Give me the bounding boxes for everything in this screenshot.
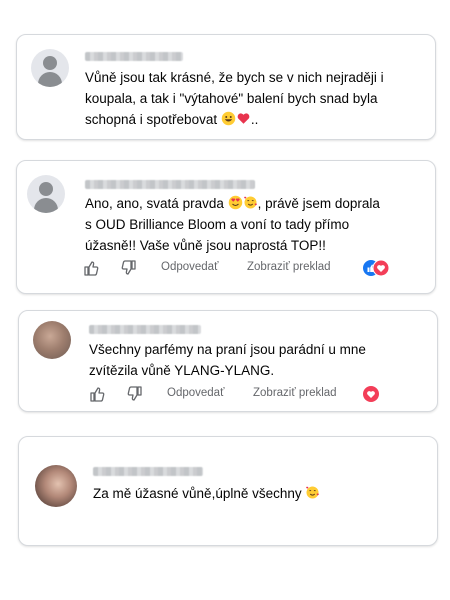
love-reaction-icon[interactable]: [373, 260, 389, 276]
grinning-emoji: [221, 111, 236, 126]
comment-text: Všechny parfémy na praní jsou parádní u …: [89, 342, 366, 378]
hearts-emoji: [237, 113, 250, 124]
author-name-blurred[interactable]: [93, 467, 203, 476]
thumbs-up-icon[interactable]: [83, 260, 99, 276]
thumbs-down-icon[interactable]: [121, 260, 137, 276]
reply-link[interactable]: Odpovedať: [167, 387, 224, 399]
thumbs-down-icon[interactable]: [127, 386, 143, 402]
heart-eyes-emoji: [228, 195, 242, 210]
comment-actions: Odpovedať Zobraziť preklad: [89, 386, 429, 404]
comment-card-3: Všechny parfémy na praní jsou parádní u …: [18, 310, 438, 412]
avatar[interactable]: [27, 175, 65, 213]
author-name-blurred[interactable]: [89, 325, 201, 334]
author-name-blurred[interactable]: [85, 52, 183, 61]
comment-actions: Odpovedať Zobraziť preklad: [83, 260, 423, 278]
smiling-hearts-emoji: [243, 196, 257, 209]
comment-card-4: Za mě úžasné vůně,úplně všechny: [18, 436, 438, 546]
author-name-blurred[interactable]: [85, 180, 255, 189]
comment-text: Vůně jsou tak krásné, že bych se v nich …: [85, 70, 384, 127]
translate-link[interactable]: Zobraziť preklad: [247, 261, 331, 273]
avatar[interactable]: [31, 49, 69, 87]
smiling-hearts-emoji: [306, 486, 320, 499]
love-reaction-icon[interactable]: [363, 386, 379, 402]
comment-card-2: Ano, ano, svatá pravda , právě jsem dopr…: [16, 160, 436, 294]
comment-text: Ano, ano, svatá pravda , právě jsem dopr…: [85, 195, 380, 253]
thumbs-up-icon[interactable]: [89, 386, 105, 402]
comment-text: Za mě úžasné vůně,úplně všechny: [93, 483, 433, 504]
reply-link[interactable]: Odpovedať: [161, 261, 218, 273]
avatar[interactable]: [35, 465, 77, 507]
avatar[interactable]: [33, 321, 71, 359]
comment-card-1: Vůně jsou tak krásné, že bych se v nich …: [16, 34, 436, 140]
translate-link[interactable]: Zobraziť preklad: [253, 387, 337, 399]
